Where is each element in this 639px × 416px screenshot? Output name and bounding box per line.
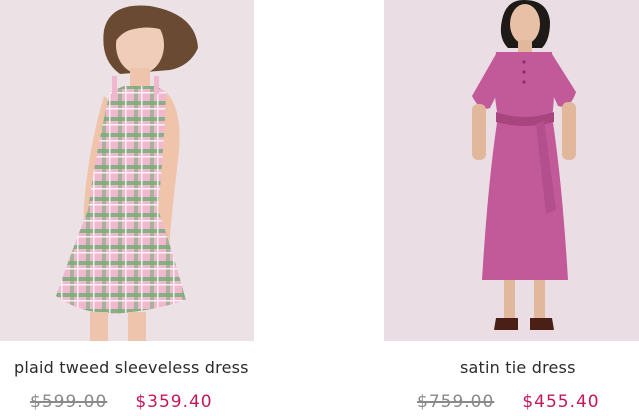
model-in-plaid-dress-image xyxy=(56,5,198,341)
sale-price: $455.40 xyxy=(522,392,600,412)
product-card-satin-tie-dress[interactable]: satin tie dress $759.00 $455.40 xyxy=(384,0,639,412)
model-in-satin-dress-image xyxy=(472,0,576,330)
price-row: $759.00 $455.40 xyxy=(417,392,600,412)
original-price: $759.00 xyxy=(417,392,495,412)
original-price: $599.00 xyxy=(30,392,108,412)
product-image[interactable] xyxy=(0,0,254,341)
product-image[interactable] xyxy=(384,0,639,341)
product-name[interactable]: plaid tweed sleeveless dress xyxy=(14,358,249,377)
sale-price: $359.40 xyxy=(135,392,213,412)
product-name[interactable]: satin tie dress xyxy=(460,358,576,377)
price-row: $599.00 $359.40 xyxy=(30,392,213,412)
product-card-plaid-tweed-dress[interactable]: plaid tweed sleeveless dress $599.00 $359… xyxy=(0,0,254,412)
